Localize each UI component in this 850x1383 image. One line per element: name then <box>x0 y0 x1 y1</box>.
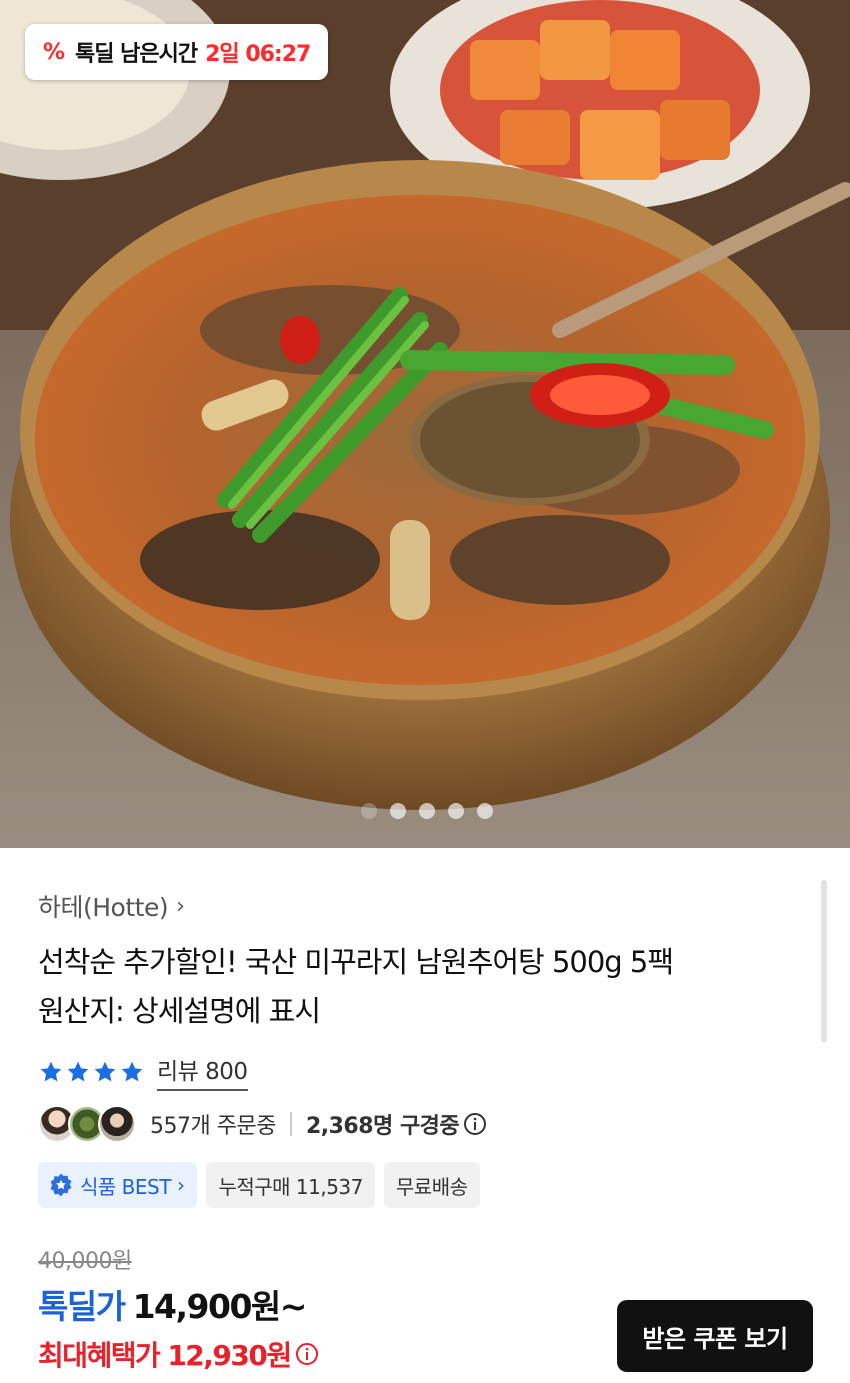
star-icon <box>94 1061 116 1081</box>
carousel-dot[interactable] <box>361 803 377 819</box>
deal-timer-badge: % 톡딜 남은시간 2일 06:27 <box>25 24 329 80</box>
free-shipping-chip: 무료배송 <box>383 1162 480 1208</box>
max-benefit-price-row: 최대혜택가 12,930원 <box>38 1334 319 1374</box>
product-title: 선착순 추가할인! 국산 미꾸라지 남원추어탕 500g 5팩 원산지: 상세설… <box>38 938 808 1036</box>
percent-tag-icon: % <box>42 39 66 65</box>
product-title-line: 선착순 추가할인! 국산 미꾸라지 남원추어탕 500g 5팩 <box>38 945 674 979</box>
best-badge-icon <box>50 1173 72 1197</box>
brand-link[interactable]: 하테(Hotte) › <box>38 888 185 924</box>
carousel-dot[interactable] <box>477 803 493 819</box>
carousel-indicator <box>0 803 850 821</box>
star-icon <box>121 1061 143 1081</box>
product-origin-line: 원산지: 상세설명에 표시 <box>38 994 321 1028</box>
carousel-dot[interactable] <box>390 803 406 819</box>
avatar <box>98 1105 136 1143</box>
category-best-label: 식품 BEST <box>80 1174 171 1199</box>
stew-photo <box>0 0 850 848</box>
deal-timer-value: 2일 06:27 <box>205 42 311 67</box>
review-count-link[interactable]: 리뷰 800 <box>157 1052 248 1091</box>
deal-timer-label: 톡딜 남은시간 <box>75 42 198 67</box>
carousel-dot[interactable] <box>419 803 435 819</box>
max-benefit-value: 12,930원 <box>167 1339 292 1372</box>
deal-price-label: 톡딜가 <box>38 1287 126 1326</box>
chevron-right-icon: › <box>176 1173 185 1197</box>
info-icon[interactable] <box>463 1112 487 1136</box>
deal-price-value: 14,900원~ <box>132 1287 308 1326</box>
star-icon <box>40 1061 62 1081</box>
badge-chips: 식품 BEST › 누적구매 11,537 무료배송 <box>38 1162 480 1208</box>
info-icon[interactable] <box>295 1342 319 1366</box>
rating-row: 리뷰 800 <box>38 1052 248 1091</box>
category-best-chip[interactable]: 식품 BEST › <box>38 1162 198 1208</box>
star-rating <box>38 1059 145 1085</box>
view-coupons-button[interactable]: 받은 쿠폰 보기 <box>617 1300 813 1372</box>
star-icon <box>67 1061 89 1081</box>
deal-price-row: 톡딜가 14,900원~ <box>38 1280 308 1328</box>
chevron-right-icon: › <box>176 893 185 919</box>
browsing-count: 2,368명 구경중 <box>305 1114 460 1139</box>
product-image[interactable]: % 톡딜 남은시간 2일 06:27 <box>0 0 850 848</box>
divider <box>289 1112 292 1136</box>
scrollbar[interactable] <box>821 880 827 1042</box>
original-price: 40,000원 <box>38 1249 132 1274</box>
buyer-avatars <box>38 1105 136 1143</box>
orders-count: 557개 주문중 <box>150 1114 276 1139</box>
carousel-dot[interactable] <box>448 803 464 819</box>
activity-row: 557개 주문중 2,368명 구경중 <box>38 1104 487 1144</box>
cumulative-purchase-chip: 누적구매 11,537 <box>206 1162 375 1208</box>
brand-name: 하테(Hotte) <box>38 893 169 922</box>
max-benefit-label: 최대혜택가 <box>38 1339 161 1372</box>
